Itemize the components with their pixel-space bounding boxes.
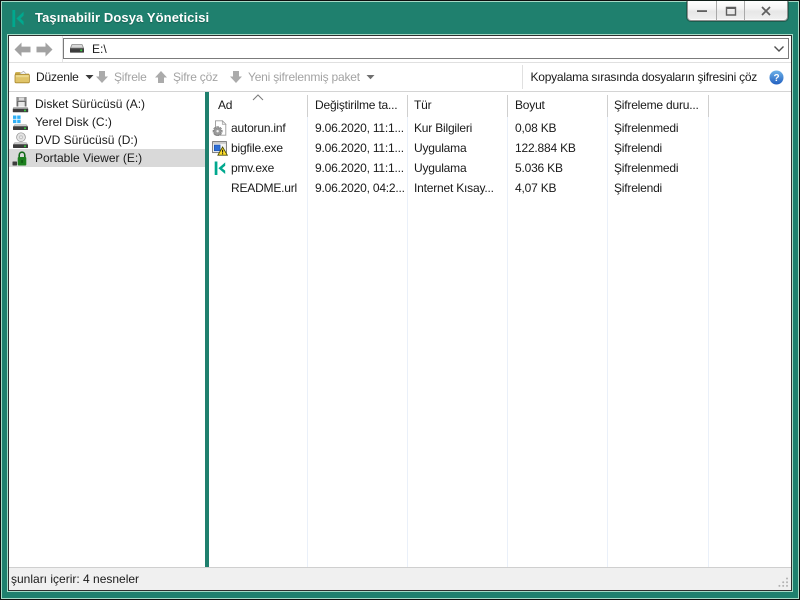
file-date: 9.06.2020, 11:1... (315, 161, 404, 175)
main-area: Disket Sürücüsü (A:) Yerel Disk (C:) DVD… (9, 92, 791, 567)
titlebar: Taşınabilir Dosya Yöneticisi (3, 1, 797, 35)
maximize-icon (725, 6, 736, 16)
svg-text:?: ? (773, 73, 779, 84)
tree-item-label: Yerel Disk (C:) (35, 115, 112, 129)
header-status[interactable]: Şifreleme duru... (614, 92, 707, 118)
file-status: Şifrelenmedi (614, 121, 679, 135)
file-name: bigfile.exe (231, 141, 283, 155)
status-text: şunları içerir: 4 nesneler (11, 572, 140, 586)
header-type[interactable]: Tür (414, 92, 506, 118)
sifre-coz-button[interactable]: Şifre çöz (154, 63, 218, 91)
file-status: Şifrelendi (614, 141, 663, 155)
file-type: Kur Bilgileri (414, 121, 473, 135)
duzenle-button[interactable]: Düzenle (14, 63, 94, 91)
file-date: 9.06.2020, 04:2... (315, 181, 405, 195)
lock-drive-icon (12, 150, 27, 165)
nav-arrows (9, 36, 63, 62)
navigation-bar: E:\ (9, 36, 791, 63)
back-arrow-icon[interactable] (14, 42, 31, 57)
package-down-arrow-icon (230, 71, 242, 83)
tree-item-drive-d[interactable]: DVD Sürücüsü (D:) (9, 131, 205, 149)
header-size[interactable]: Boyut (515, 92, 606, 118)
file-name: autorun.inf (231, 121, 286, 135)
toolbar: Düzenle Şifrele Şifre çöz Yeni şifrelenm… (9, 63, 791, 92)
status-bar: şunları içerir: 4 nesneler (9, 567, 791, 590)
encrypt-down-arrow-icon (96, 71, 108, 83)
forward-arrow-icon[interactable] (36, 42, 53, 57)
file-row-readme[interactable]: README.url 9.06.2020, 04:2... Internet K… (209, 178, 791, 198)
file-name: README.url (231, 181, 298, 195)
tree-item-label: DVD Sürücüsü (D:) (35, 133, 138, 147)
caret-down-icon (85, 75, 94, 80)
minimize-icon (697, 9, 707, 12)
file-row-autorun[interactable]: autorun.inf 9.06.2020, 11:1... Kur Bilgi… (209, 118, 791, 138)
tree-item-drive-a[interactable]: Disket Sürücüsü (A:) (9, 95, 205, 113)
file-type: Uygulama (414, 161, 467, 175)
file-row-bigfile[interactable]: bigfile.exe 9.06.2020, 11:1... Uygulama … (209, 138, 791, 158)
folder-icon (14, 70, 30, 84)
address-path: E:\ (92, 41, 107, 56)
file-status: Şifrelenmedi (614, 161, 679, 175)
tree-item-drive-c[interactable]: Yerel Disk (C:) (9, 113, 205, 131)
dvd-drive-icon (13, 131, 28, 148)
decrypt-up-arrow-icon (155, 71, 167, 83)
file-list: Ad Değiştirilme ta... Tür Boyut Şifrelem… (209, 92, 791, 567)
file-type: Internet Kısay... (414, 181, 494, 195)
header-date[interactable]: Değiştirilme ta... (315, 92, 407, 118)
file-date: 9.06.2020, 11:1... (315, 141, 404, 155)
file-row-pmv[interactable]: pmv.exe 9.06.2020, 11:1... Uygulama 5.03… (209, 158, 791, 178)
yeni-paket-label: Yeni şifrelenmiş paket (248, 70, 360, 84)
kaspersky-file-icon (214, 161, 226, 175)
close-icon (761, 5, 771, 16)
file-name: pmv.exe (231, 161, 275, 175)
tree-item-label: Portable Viewer (E:) (35, 151, 143, 165)
toolbar-separator (522, 65, 523, 89)
kaspersky-logo-icon (12, 10, 24, 27)
resize-grip-icon[interactable] (777, 576, 789, 588)
sifre-coz-label: Şifre çöz (173, 70, 218, 84)
header-name[interactable]: Ad (218, 92, 313, 118)
folder-tree: Disket Sürücüsü (A:) Yerel Disk (C:) DVD… (9, 92, 205, 567)
duzenle-label: Düzenle (36, 70, 79, 84)
file-date: 9.06.2020, 11:1... (315, 121, 404, 135)
copy-decrypt-option[interactable]: Kopyalama sırasında dosyaların şifresini… (531, 63, 784, 91)
minimize-button[interactable] (688, 1, 716, 20)
tree-item-label: Disket Sürücüsü (A:) (35, 97, 146, 111)
chevron-down-icon[interactable] (773, 45, 785, 53)
floppy-drive-icon (12, 96, 29, 112)
app-window: Taşınabilir Dosya Yöneticisi E:\ Düzenle… (0, 0, 800, 600)
file-type: Uygulama (414, 141, 467, 155)
file-size: 122.884 KB (515, 141, 576, 155)
exe-file-icon (212, 141, 228, 156)
copy-decrypt-label: Kopyalama sırasında dosyaların şifresini… (530, 70, 758, 84)
window-controls (687, 1, 788, 21)
maximize-button[interactable] (716, 1, 744, 20)
window-title: Taşınabilir Dosya Yöneticisi (35, 10, 210, 25)
local-disk-icon (13, 115, 28, 130)
file-size: 4,07 KB (515, 181, 557, 195)
close-button[interactable] (744, 1, 787, 20)
inf-file-icon (212, 120, 227, 136)
address-bar[interactable]: E:\ (63, 38, 789, 59)
tree-item-drive-e[interactable]: Portable Viewer (E:) (9, 149, 205, 167)
sifrele-button[interactable]: Şifrele (95, 63, 147, 91)
list-header: Ad Değiştirilme ta... Tür Boyut Şifrelem… (209, 92, 791, 118)
file-status: Şifrelendi (614, 181, 663, 195)
drive-icon (69, 44, 85, 53)
yeni-paket-button[interactable]: Yeni şifrelenmiş paket (229, 63, 375, 91)
sifrele-label: Şifrele (114, 70, 147, 84)
file-size: 5.036 KB (515, 161, 563, 175)
client-area: E:\ Düzenle Şifrele Şifre çöz Yeni şifre… (8, 35, 792, 591)
caret-down-icon (366, 75, 375, 80)
file-size: 0,08 KB (515, 121, 557, 135)
help-icon[interactable]: ? (769, 70, 784, 85)
